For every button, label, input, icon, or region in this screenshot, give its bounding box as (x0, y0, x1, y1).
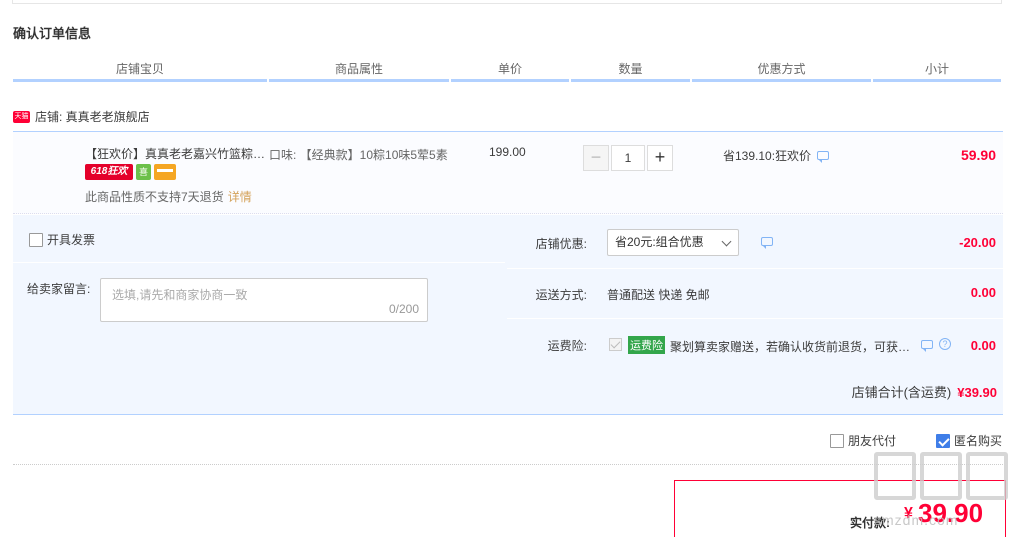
order-item-row: 【狂欢价】真真老老嘉兴竹篮粽子礼盒 618狂欢 喜 此商品性质不支持7天退货 详情… (13, 131, 1003, 214)
quantity-decrease-button[interactable]: − (583, 145, 609, 171)
insurance-checkbox (609, 338, 622, 351)
item-subtotal: 59.90 (960, 147, 996, 163)
top-border (12, 0, 1002, 4)
invoice-option[interactable]: 开具发票 (29, 231, 95, 248)
return-detail-link[interactable]: 详情 (228, 190, 252, 204)
insurance-description: 聚划算卖家赠送，若确认收货前退货，可获保险赔付 (670, 340, 913, 354)
payment-options: 朋友代付 匿名购买 (829, 432, 1002, 449)
promo-618-badge: 618狂欢 (85, 164, 133, 180)
payment-total: 39.90 (918, 498, 984, 528)
quantity-increase-button[interactable]: + (647, 145, 673, 171)
payment-label: 实付款: (850, 516, 890, 530)
payment-currency: ¥ (904, 505, 913, 522)
unit-price: 199.00 (489, 145, 526, 159)
shop-total: 店铺合计(含运费) ¥39.90 (852, 382, 997, 401)
column-header-item: 店铺宝贝 (13, 58, 267, 82)
return-note: 此商品性质不支持7天退货 详情 (85, 188, 252, 205)
anonymous-label: 匿名购买 (953, 434, 1002, 448)
invoice-label: 开具发票 (47, 233, 96, 247)
anonymous-option[interactable]: 匿名购买 (935, 432, 1002, 449)
column-header-price: 单价 (451, 58, 569, 82)
divider (13, 262, 505, 263)
memo-textarea[interactable]: 选填,请先和商家协商一致 0/200 (100, 278, 428, 322)
insurance-chat-icon[interactable] (921, 340, 933, 352)
insurance-amount: 0.00 (970, 338, 996, 353)
section-title: 确认订单信息 (13, 26, 92, 41)
table-header: 店铺宝贝 商品属性 单价 数量 优惠方式 小计 (13, 58, 1003, 82)
payment-summary: 实付款: ¥ 39.90 (674, 480, 1006, 537)
shop-order-panel: 开具发票 给卖家留言: 选填,请先和商家协商一致 0/200 店铺优惠: 省20… (13, 215, 1003, 415)
help-icon[interactable]: ? (939, 338, 951, 350)
insurance-badge: 运费险 (628, 336, 665, 354)
divider (13, 464, 1003, 465)
promo-service-icon: 喜 (136, 164, 151, 180)
shop-total-value: ¥39.90 (957, 385, 997, 400)
return-note-text: 此商品性质不支持7天退货 (85, 190, 224, 204)
promo-tags: 618狂欢 喜 (85, 164, 176, 180)
insurance-row: 运费险: 运费险 聚划算卖家赠送，若确认收货前退货，可获保险赔付 ? 0.00 (507, 215, 1003, 361)
quantity-stepper: − 1 + (583, 145, 673, 171)
discount-info-icon[interactable] (817, 151, 830, 163)
memo-placeholder: 选填,请先和商家协商一致 (112, 288, 248, 302)
shop-name-link[interactable]: 店铺: 真真老老旗舰店 (35, 108, 150, 125)
shop-total-label: 店铺合计(含运费) (851, 385, 952, 400)
friend-pay-option[interactable]: 朋友代付 (829, 432, 896, 449)
shop-line: 天猫 店铺: 真真老老旗舰店 (13, 108, 150, 125)
column-header-subtotal: 小计 (873, 58, 1001, 82)
tmall-icon: 天猫 (13, 110, 30, 123)
item-discount: 省139.10:狂欢价 (723, 147, 830, 164)
item-title-link[interactable]: 【狂欢价】真真老老嘉兴竹篮粽子礼盒 (85, 145, 270, 162)
item-attribute: 口味: 【经典款】10粽10味5荤5素 (269, 148, 448, 162)
insurance-label: 运费险: (547, 339, 587, 353)
quantity-input[interactable]: 1 (611, 145, 645, 171)
anonymous-checkbox[interactable] (935, 433, 950, 448)
item-discount-text: 省139.10:狂欢价 (723, 149, 812, 163)
memo-counter: 0/200 (388, 302, 419, 316)
column-header-quantity: 数量 (571, 58, 690, 82)
friend-pay-checkbox[interactable] (829, 433, 844, 448)
left-pane: 开具发票 给卖家留言: 选填,请先和商家协商一致 0/200 (13, 215, 505, 361)
invoice-checkbox[interactable] (29, 232, 43, 247)
credit-card-icon (154, 164, 176, 180)
memo-label: 给卖家留言: (27, 282, 91, 296)
column-header-attribute: 商品属性 (269, 58, 449, 82)
column-header-discount: 优惠方式 (692, 58, 871, 82)
friend-pay-label: 朋友代付 (847, 434, 896, 448)
right-pane: 店铺优惠: 省20元:组合优惠 -20.00 运送方式: 普通配送 快递 免邮 … (507, 215, 1003, 361)
